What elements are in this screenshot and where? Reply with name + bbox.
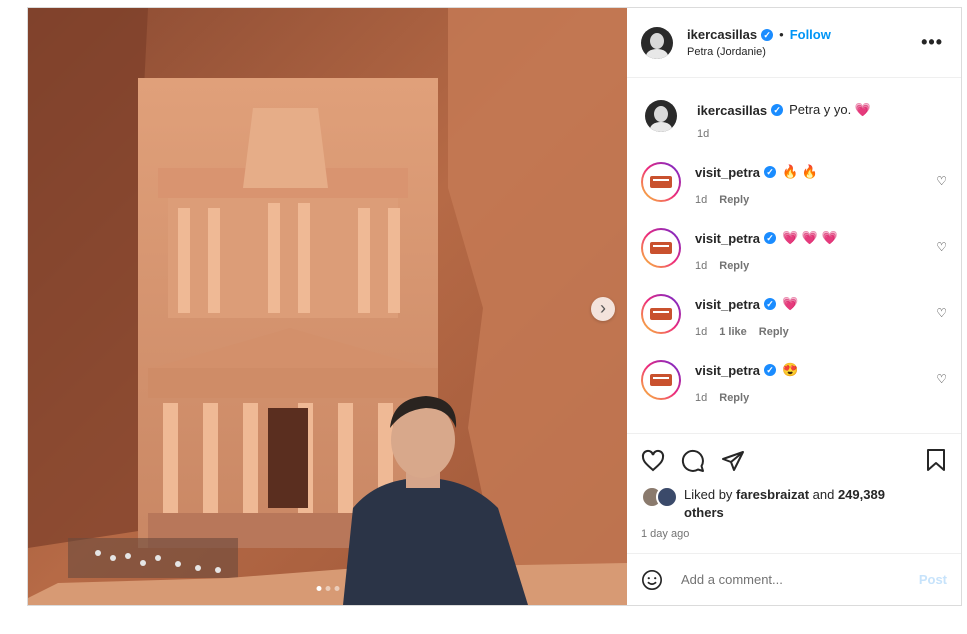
likes-prefix: Liked by	[684, 487, 737, 502]
post-time: 1 day ago	[641, 528, 690, 540]
reply-button[interactable]: Reply	[719, 392, 749, 404]
post-dialog: › ikercasillas ✓ • Follow Petra (Jordani…	[27, 7, 962, 606]
verified-badge-icon: ✓	[771, 104, 784, 116]
post-side-panel: ikercasillas ✓ • Follow Petra (Jordanie)…	[627, 8, 961, 605]
comment-username[interactable]: visit_petra	[695, 297, 760, 312]
separator-dot: •	[779, 27, 784, 42]
verified-badge-icon: ✓	[764, 232, 777, 244]
comment-text: 🔥 🔥	[782, 164, 819, 179]
verified-badge-icon: ✓	[764, 166, 777, 178]
comment-text: Petra y yo. 💗	[789, 102, 872, 117]
avatar[interactable]	[641, 162, 681, 202]
comments-list[interactable]: ikercasillas ✓ Petra y yo. 💗 1d visit_pe…	[627, 78, 961, 433]
comment-time: 1d	[695, 194, 708, 206]
post-username[interactable]: ikercasillas	[687, 27, 757, 42]
comment-bubble-icon[interactable]	[681, 449, 705, 473]
comment-username[interactable]: ikercasillas	[697, 103, 767, 118]
comment-item: visit_petra ✓ 😍 1d Reply ♡	[627, 360, 961, 404]
post-actions: Liked by faresbraizat and 249,389 others…	[627, 433, 961, 553]
comment-text: 😍	[782, 362, 799, 377]
comment-like-count[interactable]: 1 like	[719, 326, 747, 338]
like-comment-heart-icon[interactable]: ♡	[936, 306, 947, 320]
likes-count[interactable]: 249,389	[838, 487, 885, 502]
next-photo-button[interactable]: ›	[591, 297, 615, 321]
comment-item: visit_petra ✓ 🔥 🔥 1d Reply ♡	[627, 162, 961, 206]
like-comment-heart-icon[interactable]: ♡	[936, 240, 947, 254]
reply-button[interactable]: Reply	[719, 260, 749, 272]
comment-item: visit_petra ✓ 💗 💗 💗 1d Reply ♡	[627, 228, 961, 272]
comment-username[interactable]: visit_petra	[695, 363, 760, 378]
liker-username[interactable]: faresbraizat	[736, 487, 809, 502]
verified-badge-icon: ✓	[764, 298, 777, 310]
save-bookmark-icon[interactable]	[925, 448, 947, 472]
comment-time: 1d	[697, 128, 710, 140]
visit-petra-logo-icon	[650, 374, 672, 386]
verified-badge-icon: ✓	[764, 364, 777, 376]
visit-petra-logo-icon	[650, 242, 672, 254]
comment-time: 1d	[695, 260, 708, 272]
avatar[interactable]	[641, 26, 673, 59]
avatar[interactable]	[641, 294, 681, 334]
avatar[interactable]	[641, 228, 681, 268]
caption: ikercasillas ✓ Petra y yo. 💗 1d	[627, 100, 961, 140]
comment-time: 1d	[695, 392, 708, 404]
avatar[interactable]	[645, 100, 677, 132]
post-location[interactable]: Petra (Jordanie)	[687, 46, 831, 58]
carousel-dot	[334, 586, 339, 591]
post-header: ikercasillas ✓ • Follow Petra (Jordanie)…	[627, 8, 961, 78]
like-heart-icon[interactable]	[641, 449, 665, 473]
post-comment-button[interactable]: Post	[919, 572, 947, 587]
visit-petra-logo-icon	[650, 308, 672, 320]
comment-input[interactable]: Add a comment...	[681, 572, 919, 587]
carousel-dot	[316, 586, 321, 591]
reply-button[interactable]: Reply	[719, 194, 749, 206]
more-options-icon[interactable]: •••	[921, 32, 943, 53]
carousel-dots	[316, 586, 339, 591]
comment-username[interactable]: visit_petra	[695, 165, 760, 180]
follow-button[interactable]: Follow	[790, 27, 831, 42]
post-photo: ›	[28, 8, 627, 605]
comment-item: visit_petra ✓ 💗 1d 1 like Reply ♡	[627, 294, 961, 338]
like-comment-heart-icon[interactable]: ♡	[936, 174, 947, 188]
add-comment-bar: Add a comment... Post	[627, 553, 961, 605]
likes-middle: and	[809, 487, 838, 502]
like-comment-heart-icon[interactable]: ♡	[936, 372, 947, 386]
avatar[interactable]	[641, 360, 681, 400]
comment-text: 💗 💗 💗	[782, 230, 838, 245]
verified-badge-icon: ✓	[761, 28, 774, 41]
emoji-smile-icon[interactable]	[641, 569, 663, 591]
petra-treasury-image	[28, 8, 627, 605]
likes-summary[interactable]: Liked by faresbraizat and 249,389 others	[641, 486, 947, 522]
comment-text: 💗	[782, 296, 799, 311]
reply-button[interactable]: Reply	[759, 326, 789, 338]
carousel-dot	[325, 586, 330, 591]
share-send-icon[interactable]	[721, 449, 745, 473]
visit-petra-logo-icon	[650, 176, 672, 188]
avatar	[656, 486, 678, 508]
comment-time: 1d	[695, 326, 708, 338]
likes-suffix[interactable]: others	[684, 505, 724, 520]
comment-username[interactable]: visit_petra	[695, 231, 760, 246]
